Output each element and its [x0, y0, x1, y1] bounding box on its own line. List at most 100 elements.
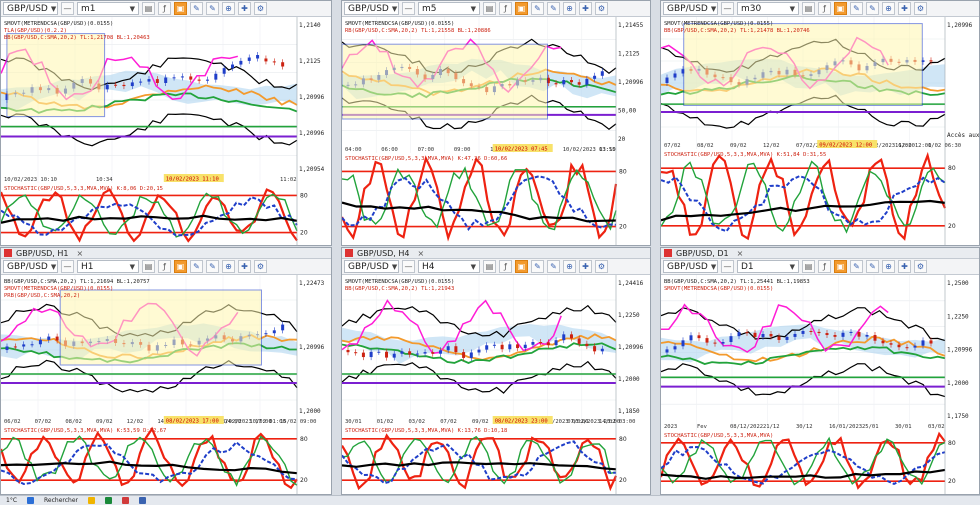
minus-icon[interactable]: — — [61, 2, 74, 15]
trade-icon[interactable]: ▣ — [515, 2, 528, 15]
start-icon[interactable] — [27, 497, 35, 504]
crosshair-icon[interactable]: ✚ — [579, 260, 592, 273]
price-chart[interactable]: 1,24416 1,2250 1,20996 1,2000 1,1850 SMOVT(ME… — [342, 275, 650, 425]
chart-type-icon[interactable]: ▤ — [483, 260, 496, 273]
draw-tool-icon[interactable]: ✎ — [866, 260, 879, 273]
settings-icon[interactable]: ⚙ — [595, 2, 608, 15]
settings-icon[interactable]: ⚙ — [254, 2, 267, 15]
zoom-icon[interactable]: ⊕ — [222, 260, 235, 273]
draw-tool-icon[interactable]: ✎ — [206, 260, 219, 273]
draw-tool-icon[interactable]: ✎ — [850, 260, 863, 273]
symbol-select[interactable]: GBP/USD ▼ — [3, 2, 58, 15]
price-label: 1,20996 — [299, 94, 325, 101]
settings-icon[interactable]: ⚙ — [914, 2, 927, 15]
zoom-icon[interactable]: ⊕ — [563, 260, 576, 273]
minus-icon[interactable]: — — [402, 260, 415, 273]
close-icon[interactable]: × — [418, 249, 425, 258]
chart-panel-m5[interactable]: GBP/USD ▼ — m5 ▼ ▤ ƒ ▣ ✎ ✎ ⊕ ✚ ⚙ 1,21455 1,… — [341, 0, 651, 246]
price-chart[interactable]: 1,20996 Accès aux ordres SMOVT(METRENDCSA(… — [661, 17, 979, 149]
price-label: 1,2500 — [947, 280, 969, 287]
close-icon[interactable]: × — [737, 249, 744, 258]
indicator-icon[interactable]: ƒ — [818, 2, 831, 15]
candle-body — [881, 340, 885, 344]
draw-tool-icon[interactable]: ✎ — [206, 2, 219, 15]
zoom-icon[interactable]: ⊕ — [222, 2, 235, 15]
indicator-icon[interactable]: ƒ — [499, 2, 512, 15]
price-chart[interactable]: 1,2140 1,2125 1,20996 1,20996 1,20954 SMOVT(M… — [1, 17, 331, 183]
chart-type-icon[interactable]: ▤ — [802, 260, 815, 273]
minus-icon[interactable]: — — [721, 260, 734, 273]
indicator-icon[interactable]: ƒ — [818, 260, 831, 273]
draw-tool-icon[interactable]: ✎ — [531, 2, 544, 15]
chart-panel-m30[interactable]: GBP/USD ▼ — m30 ▼ ▤ ƒ ▣ ✎ ✎ ⊕ ✚ ⚙ 1,20996 A… — [660, 0, 980, 246]
search-box[interactable]: Rechercher — [44, 497, 78, 504]
chart-panel-h1[interactable]: GBP/USD, H1 × GBP/USD ▼ — H1 ▼ ▤ ƒ ▣ ✎ ✎ ⊕ … — [0, 247, 332, 495]
crosshair-icon[interactable]: ✚ — [898, 260, 911, 273]
timeframe-select[interactable]: D1 ▼ — [737, 260, 799, 273]
candle-body — [562, 334, 566, 341]
timeframe-select[interactable]: m5 ▼ — [418, 2, 480, 15]
timeframe-select[interactable]: m30 ▼ — [737, 2, 799, 15]
app-icon[interactable] — [122, 497, 129, 504]
zoom-icon[interactable]: ⊕ — [563, 2, 576, 15]
draw-tool-icon[interactable]: ✎ — [547, 260, 560, 273]
settings-icon[interactable]: ⚙ — [254, 260, 267, 273]
price-chart[interactable]: 1,2500 1,2250 1,20996 1,2000 1,1750 BB(GBP/US… — [661, 275, 979, 430]
trade-icon[interactable]: ▣ — [174, 2, 187, 15]
candle-body — [825, 333, 829, 336]
symbol-select[interactable]: GBP/USD ▼ — [3, 260, 58, 273]
trade-icon[interactable]: ▣ — [834, 2, 847, 15]
symbol-select[interactable]: GBP/USD ▼ — [663, 2, 718, 15]
draw-tool-icon[interactable]: ✎ — [866, 2, 879, 15]
crosshair-icon[interactable]: ✚ — [238, 260, 251, 273]
price-chart[interactable]: 1,22473 1,20996 1,2000 BB(GBP/USD,C:SMA,20,… — [1, 275, 331, 425]
stochastic-chart[interactable]: STOCHASTIC(GBP/USD,5,3,3,MVA,MVA) K:8,06… — [1, 183, 331, 245]
chart-panel-m1[interactable]: GBP/USD ▼ — m1 ▼ ▤ ƒ ▣ ✎ ✎ ⊕ ✚ ⚙ 1,2140 1,2… — [0, 0, 332, 246]
close-icon[interactable]: × — [77, 249, 84, 258]
timeframe-select[interactable]: H4 ▼ — [418, 260, 480, 273]
stochastic-chart[interactable]: STOCHASTIC(GBP/USD,5,3,3,MVA,MVA) K:51,8… — [661, 149, 979, 245]
timeframe-select[interactable]: m1 ▼ — [77, 2, 139, 15]
draw-tool-icon[interactable]: ✎ — [547, 2, 560, 15]
symbol-select[interactable]: GBP/USD ▼ — [344, 2, 399, 15]
candle-body — [155, 79, 159, 83]
draw-tool-icon[interactable]: ✎ — [531, 260, 544, 273]
draw-tool-icon[interactable]: ✎ — [190, 260, 203, 273]
chart-panel-d1[interactable]: GBP/USD, D1 × GBP/USD ▼ — D1 ▼ ▤ ƒ ▣ ✎ ✎ ⊕ … — [660, 247, 980, 495]
minus-icon[interactable]: — — [402, 2, 415, 15]
trade-icon[interactable]: ▣ — [515, 260, 528, 273]
trade-icon[interactable]: ▣ — [834, 260, 847, 273]
indicator-icon[interactable]: ƒ — [499, 260, 512, 273]
stochastic-chart[interactable]: STOCHASTIC(GBP/USD,5,3,3,MVA,MVA) K:53,5… — [1, 425, 331, 494]
draw-tool-icon[interactable]: ✎ — [850, 2, 863, 15]
symbol-select[interactable]: GBP/USD ▼ — [344, 260, 399, 273]
price-chart[interactable]: 1,21455 1,2125 1,20996 50,00 20 SMOVT(METREND… — [342, 17, 650, 153]
stochastic-chart[interactable]: STOCHASTIC(GBP/USD,5,3,3,MVA,MVA) K:13,7… — [342, 425, 650, 494]
chart-type-icon[interactable]: ▤ — [142, 260, 155, 273]
crosshair-icon[interactable]: ✚ — [898, 2, 911, 15]
app-icon[interactable] — [105, 497, 112, 504]
timeframe-select[interactable]: H1 ▼ — [77, 260, 139, 273]
settings-icon[interactable]: ⚙ — [914, 260, 927, 273]
zoom-icon[interactable]: ⊕ — [882, 2, 895, 15]
draw-tool-icon[interactable]: ✎ — [190, 2, 203, 15]
stochastic-chart[interactable]: STOCHASTIC(GBP/USD,5,3,3,MVA,MVA) 80 20 — [661, 430, 979, 494]
indicator-icon[interactable]: ƒ — [158, 260, 171, 273]
chart-type-icon[interactable]: ▤ — [142, 2, 155, 15]
indicator-icon[interactable]: ƒ — [158, 2, 171, 15]
minus-icon[interactable]: — — [61, 260, 74, 273]
trade-icon[interactable]: ▣ — [174, 260, 187, 273]
minus-icon[interactable]: — — [721, 2, 734, 15]
chart-type-icon[interactable]: ▤ — [802, 2, 815, 15]
stochastic-chart[interactable]: STOCHASTIC(GBP/USD,5,3,3,MVA,MVA) K:47,2… — [342, 153, 650, 245]
symbol-select[interactable]: GBP/USD ▼ — [663, 260, 718, 273]
zoom-icon[interactable]: ⊕ — [882, 260, 895, 273]
settings-icon[interactable]: ⚙ — [595, 260, 608, 273]
app-icon[interactable] — [139, 497, 146, 504]
explorer-icon[interactable] — [88, 497, 95, 504]
crosshair-icon[interactable]: ✚ — [238, 2, 251, 15]
chart-type-icon[interactable]: ▤ — [483, 2, 496, 15]
chart-panel-h4[interactable]: GBP/USD, H4 × GBP/USD ▼ — H4 ▼ ▤ ƒ ▣ ✎ ✎ ⊕ … — [341, 247, 651, 495]
candle-body — [817, 331, 821, 334]
crosshair-icon[interactable]: ✚ — [579, 2, 592, 15]
